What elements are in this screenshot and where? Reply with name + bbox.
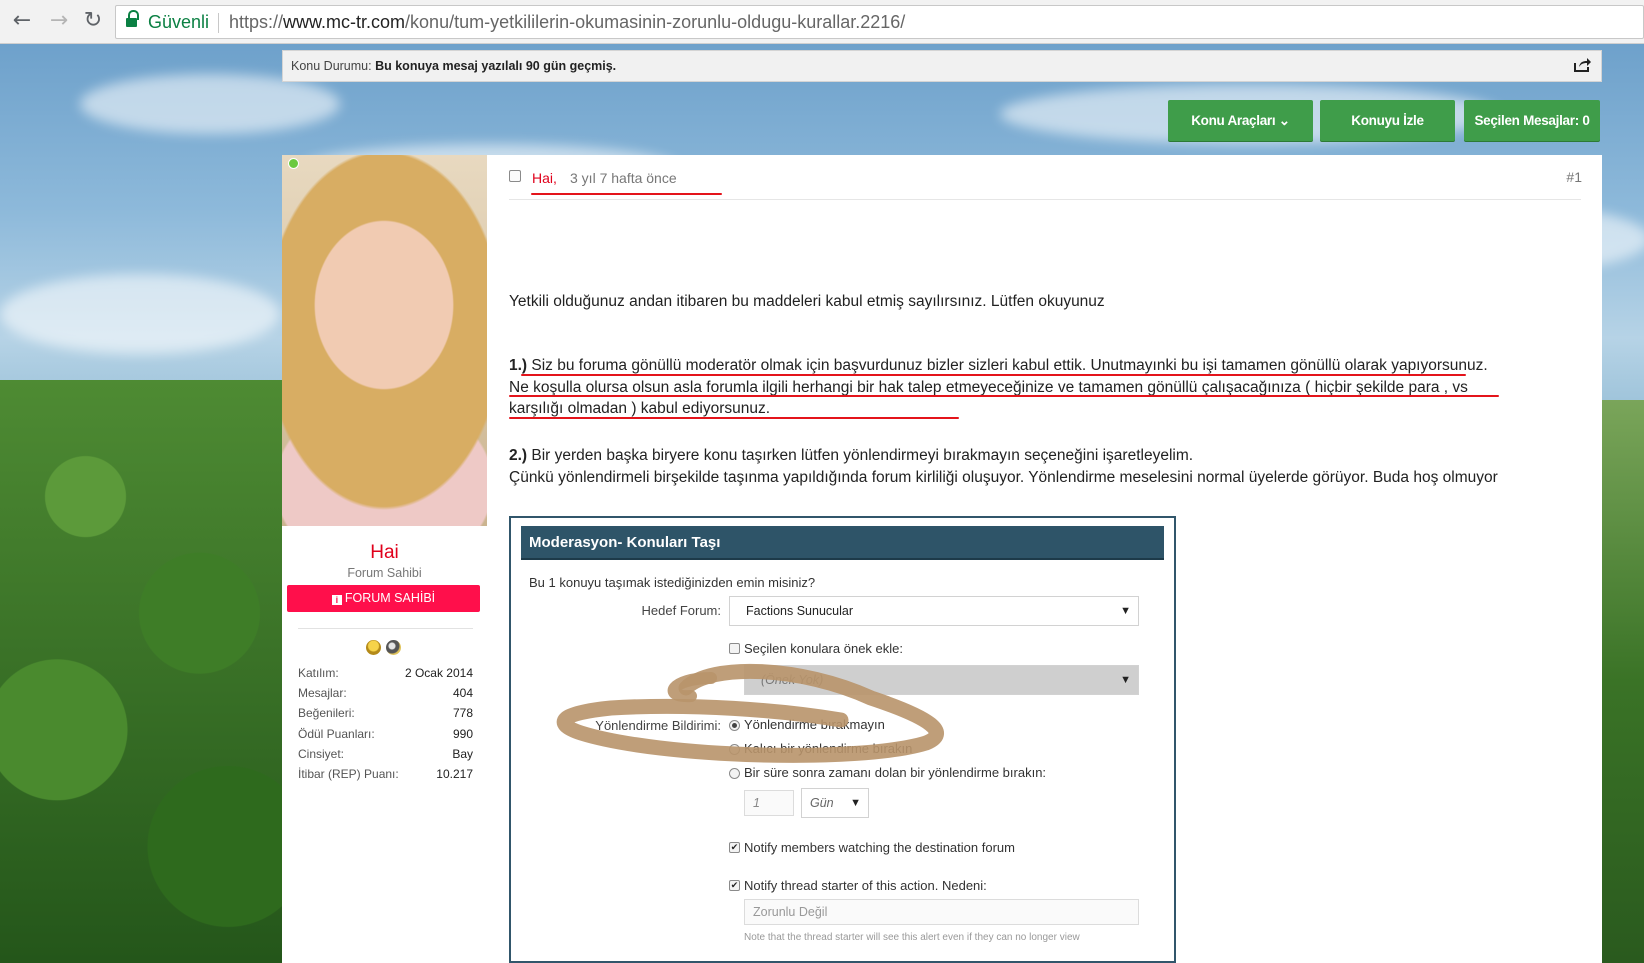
post-header-divider	[509, 199, 1581, 200]
redirect-permanent-radio[interactable]	[729, 744, 740, 755]
author-title: Forum Sahibi	[347, 566, 422, 580]
prefix-check-label: Seçilen konulara önek ekle:	[744, 641, 903, 656]
redirect-option: Yönlendirme bırakmayın	[744, 717, 885, 732]
move-threads-screenshot: Moderasyon- Konuları Taşı Bu 1 konuyu ta…	[509, 516, 1176, 963]
author-panel: Hai Forum Sahibi i FORUM SAHİBİ Katılım: 2…	[282, 155, 487, 963]
dialog-question: Bu 1 konuyu taşımak istediğinizden emin …	[529, 575, 816, 590]
notify-watchers-label: Notify members watching the destination …	[744, 840, 1015, 855]
status-value: Bu konuya mesaj yazılalı 90 gün geçmiş.	[375, 59, 617, 73]
notify-watchers-checkbox[interactable]: ✔	[729, 842, 740, 853]
stat-row: Ödül Puanları: 990	[298, 726, 473, 741]
trophy-award-icon[interactable]	[386, 640, 401, 655]
author-name[interactable]: Hai	[282, 542, 487, 564]
post-number[interactable]: #1	[1566, 169, 1582, 185]
stat-row: İtibar (REP) Puanı: 10.217	[298, 766, 473, 781]
post-rule-2: 2.) Bir yerden başka biryere konu taşırk…	[509, 447, 1498, 486]
stat-row: Katılım: 2 Ocak 2014	[298, 666, 473, 680]
post-rule-1: 1.) Siz bu foruma gönüllü moderatör olma…	[509, 357, 1488, 417]
red-underline-mark	[509, 417, 959, 419]
share-icon[interactable]	[1573, 57, 1591, 73]
author-divider	[298, 628, 473, 629]
dialog-note: Note that the thread starter will see th…	[744, 932, 1080, 943]
post-content: Hai, 3 yıl 7 hafta önce #1 Yetkili olduğ…	[487, 155, 1602, 963]
lock-icon	[126, 10, 139, 28]
address-bar[interactable]: Güvenli https://www.mc-tr.com/konu/tum-y…	[115, 5, 1644, 39]
address-separator	[218, 13, 219, 33]
redirect-none-radio[interactable]	[729, 720, 740, 731]
secure-label: Güvenli	[148, 12, 210, 32]
stat-row: Beğenileri: 778	[298, 706, 473, 721]
status-label: Konu Durumu:	[291, 59, 372, 73]
notify-starter-label: Notify thread starter of this action. Ne…	[744, 878, 987, 893]
reason-input[interactable]: Zorunlu Değil	[744, 899, 1139, 925]
background-trees-left	[0, 380, 285, 963]
rank-badge: i FORUM SAHİBİ	[287, 585, 480, 612]
background-trees-right	[1598, 400, 1644, 963]
dialog-title: Moderasyon- Konuları Taşı	[521, 526, 1164, 560]
target-forum-label: Hedef Forum:	[641, 603, 721, 618]
post-date[interactable]: 3 yıl 7 hafta önce	[570, 170, 677, 186]
post-author-link[interactable]: Hai,	[532, 170, 557, 186]
prefix-select[interactable]: (Önek Yok) ▼	[744, 665, 1139, 695]
redirect-label: Yönlendirme Bildirimi:	[595, 718, 721, 733]
browser-toolbar: ← → ↻ Güvenli https://www.mc-tr.com/konu…	[0, 0, 1644, 44]
avatar[interactable]	[282, 155, 487, 526]
url-text: https://www.mc-tr.com/konu/tum-yetkilile…	[229, 12, 906, 32]
prefix-checkbox[interactable]	[729, 643, 740, 654]
back-icon[interactable]: ←	[9, 8, 35, 34]
selected-messages-button[interactable]: Seçilen Mesajlar: 0	[1464, 100, 1600, 141]
stat-row: Cinsiyet: Bay	[298, 746, 473, 761]
trophy-bell-icon[interactable]	[366, 640, 381, 655]
online-status-icon	[288, 158, 299, 169]
author-stats: Katılım: 2 Ocak 2014 Mesajlar: 404 Beğenil…	[298, 663, 473, 784]
red-underline-mark	[509, 395, 1499, 397]
post-intro: Yetkili olduğunuz andan itibaren bu madd…	[509, 293, 1105, 310]
thread-tools-button[interactable]: Konu Araçları ⌄	[1168, 100, 1313, 141]
watch-thread-button[interactable]: Konuyu İzle	[1320, 100, 1455, 141]
stat-row: Mesajlar: 404	[298, 686, 473, 701]
red-underline-mark	[521, 374, 1466, 376]
notify-starter-checkbox[interactable]: ✔	[729, 880, 740, 891]
info-icon: i	[331, 595, 342, 605]
reload-icon[interactable]: ↻	[80, 8, 106, 34]
expire-unit-select[interactable]: Gün ▼	[801, 788, 869, 818]
target-forum-select[interactable]: Factions Sunucular ▼	[729, 596, 1139, 626]
red-underline-mark	[531, 193, 722, 195]
redirect-option: Bir süre sonra zamanı dolan bir yönlendi…	[744, 765, 1047, 780]
redirect-option: Kalıcı bir yönlendirme bırakın	[744, 741, 913, 756]
thread-status-bar: Konu Durumu: Bu konuya mesaj yazılalı 90…	[282, 50, 1602, 82]
redirect-expiring-radio[interactable]	[729, 768, 740, 779]
post-select-checkbox[interactable]	[509, 170, 521, 182]
expire-amount-input[interactable]: 1	[744, 790, 794, 816]
forward-icon[interactable]: →	[46, 8, 72, 34]
